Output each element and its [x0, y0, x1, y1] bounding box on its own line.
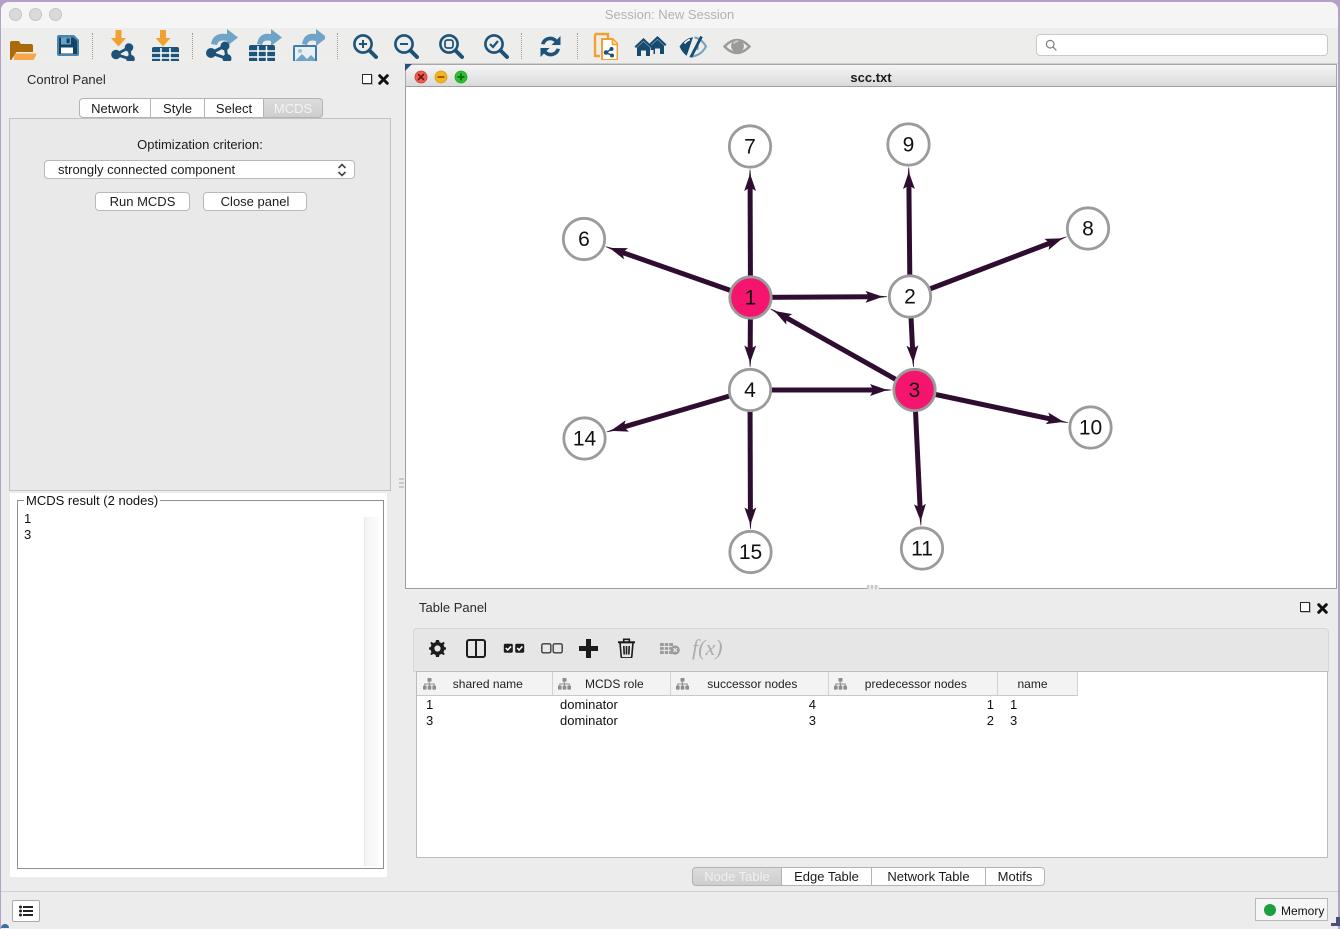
- svg-text:7: 7: [744, 136, 756, 159]
- svg-text:2: 2: [904, 286, 916, 309]
- svg-text:10: 10: [1079, 417, 1102, 440]
- svg-text:8: 8: [1082, 218, 1094, 241]
- svg-text:15: 15: [739, 541, 762, 564]
- svg-text:4: 4: [744, 379, 756, 402]
- svg-text:11: 11: [911, 538, 933, 561]
- svg-text:1: 1: [745, 287, 757, 310]
- svg-text:9: 9: [903, 134, 915, 157]
- svg-text:3: 3: [909, 379, 921, 402]
- svg-text:6: 6: [578, 228, 590, 251]
- svg-text:14: 14: [573, 428, 597, 451]
